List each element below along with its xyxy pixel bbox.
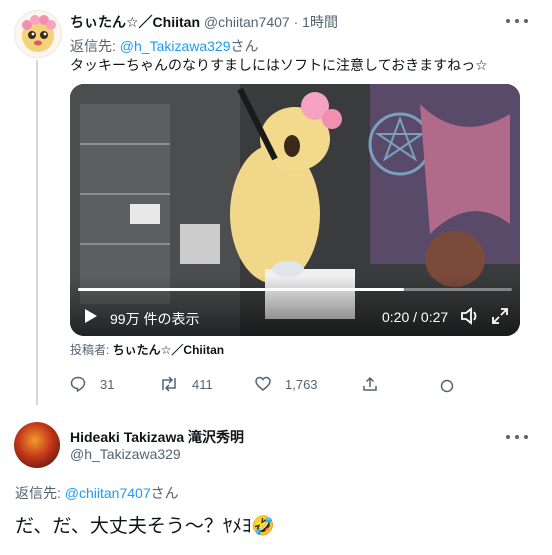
video-progress-bar[interactable] <box>78 288 512 291</box>
chiitan-avatar[interactable] <box>14 10 62 58</box>
like-icon <box>255 376 271 391</box>
tweet2-reply-suffix: さん <box>150 485 179 501</box>
analytics-button[interactable] <box>440 379 468 393</box>
retweet-button[interactable]: 411 <box>160 376 213 392</box>
video-views: 99万 件の表示 <box>110 311 200 327</box>
tweet1-time[interactable]: 1時間 <box>302 14 338 30</box>
like-button[interactable]: 1,763 <box>255 376 318 392</box>
share-button[interactable] <box>362 376 392 392</box>
more-icon[interactable] <box>506 14 528 28</box>
tweet1-separator: · <box>293 14 299 30</box>
reply-icon <box>70 376 86 392</box>
play-icon[interactable] <box>84 308 98 324</box>
like-count: 1,763 <box>285 376 318 392</box>
share-icon <box>363 376 377 391</box>
tweet2-reply-handle[interactable]: @chiitan7407 <box>65 485 151 501</box>
tweet2-reply-label: 返信先: <box>15 485 65 501</box>
fullscreen-icon[interactable] <box>492 308 508 324</box>
volume-icon[interactable] <box>461 307 479 325</box>
more-icon[interactable] <box>506 430 528 444</box>
reply-button[interactable]: 31 <box>70 376 114 392</box>
tweet1-handle[interactable]: @chiitan7407 <box>204 14 290 30</box>
tweet2-display-name[interactable]: Hideaki Takizawa 滝沢秀明 <box>70 429 244 445</box>
tweet2-text: だ、だ、大丈夫そう～？ﾔﾒﾖ🤣 <box>15 516 276 537</box>
poster-name[interactable]: ちぃたん☆／Chiitan <box>113 343 224 357</box>
tweet1-display-name[interactable]: ちぃたん☆／Chiitan <box>70 14 200 30</box>
video-time: 0:20 / 0:27 <box>382 309 449 325</box>
analytics-icon <box>440 379 454 393</box>
tweet1-reply-label: 返信先: <box>70 38 120 54</box>
tweet1-video[interactable]: 99万 件の表示 0:20 / 0:27 <box>70 84 520 336</box>
tweet2-handle[interactable]: @h_Takizawa329 <box>70 446 181 462</box>
retweet-icon <box>162 376 176 392</box>
tweet1-reply-handle[interactable]: @h_Takizawa329 <box>120 38 231 54</box>
reply-count: 31 <box>100 376 115 392</box>
tweet1-text: タッキーちゃんのなりすましにはソフトに注意しておきますねっ☆ <box>70 57 488 73</box>
retweet-count: 411 <box>192 376 213 392</box>
takizawa-avatar[interactable] <box>14 422 60 468</box>
poster-label: 投稿者: <box>70 343 113 357</box>
thread-line <box>36 60 38 405</box>
tweet1-reply-suffix: さん <box>230 38 259 54</box>
video-progress-fill <box>78 288 404 291</box>
